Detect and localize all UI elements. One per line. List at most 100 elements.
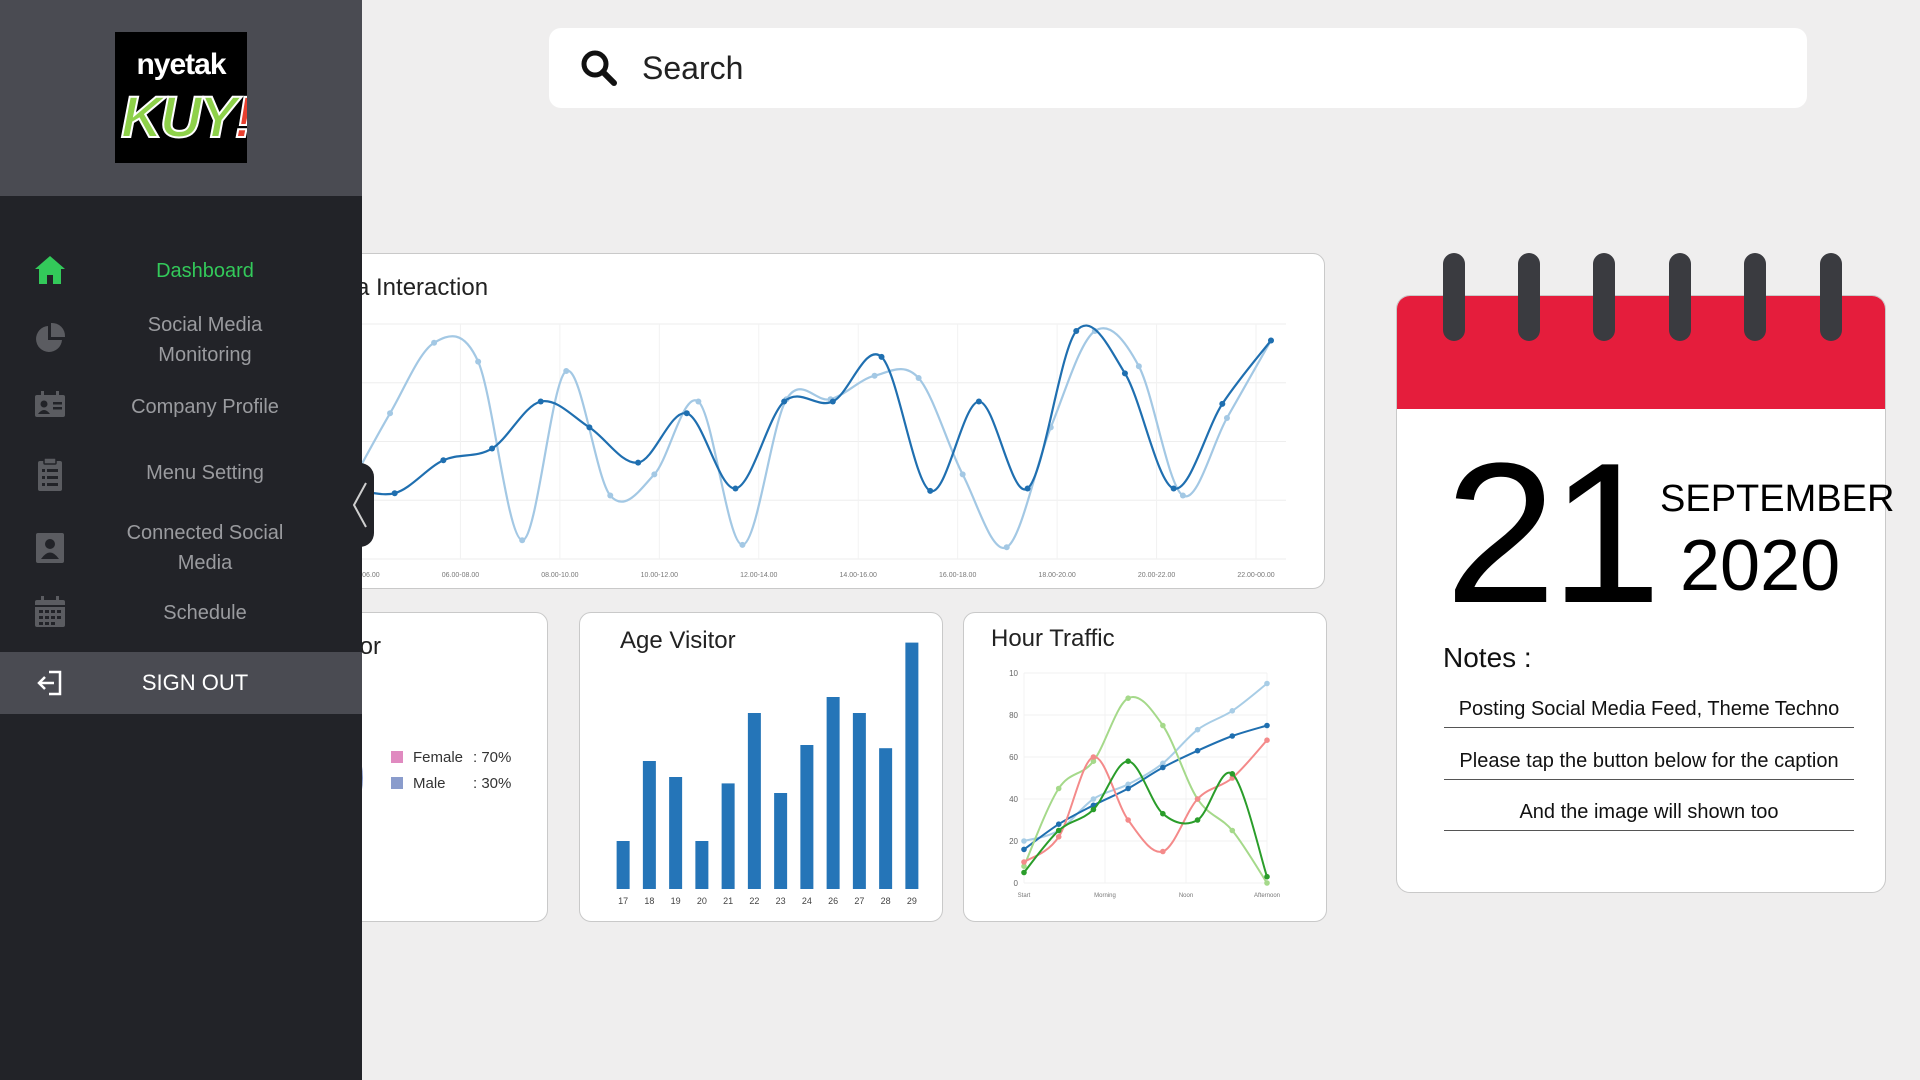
data-point	[1223, 415, 1230, 421]
data-point	[1055, 834, 1062, 840]
data-point	[1090, 754, 1097, 760]
data-point	[878, 353, 885, 360]
data-point	[1268, 337, 1274, 344]
bar	[800, 745, 814, 889]
legend-female-swatch	[391, 751, 403, 763]
note-item[interactable]: Posting Social Media Feed, Theme Techno	[1444, 692, 1854, 728]
sidebar-item-label: Company Profile	[131, 396, 279, 418]
search-bar[interactable]: Search	[549, 28, 1807, 108]
series-line-0	[1023, 682, 1268, 842]
data-point	[1194, 747, 1201, 754]
sidebar-item-label: Connected Social Media	[126, 522, 284, 574]
data-point	[915, 375, 922, 382]
gender-card: tor Female : 70% Male : 30%	[330, 612, 548, 922]
data-point	[391, 490, 398, 497]
pie-chart-icon	[36, 322, 66, 352]
legend-male-value: : 30%	[473, 775, 512, 792]
data-point	[489, 445, 496, 452]
x-tick-label: 14.00-16.00	[840, 572, 877, 579]
data-point	[1264, 737, 1270, 743]
interaction-chart: 04.00-06.0006.00-08.0008.00-10.0010.00-1…	[331, 323, 1286, 579]
x-tick-label: 23	[776, 896, 786, 906]
sidebar-item-dashboard[interactable]: Dashboard	[0, 246, 362, 296]
clipboard-icon	[38, 457, 62, 491]
search-input[interactable]: Search	[642, 48, 743, 88]
data-point	[695, 398, 702, 405]
bar	[905, 642, 919, 889]
legend-female: Female : 70%	[391, 749, 531, 766]
x-tick-label: 20.00-22.00	[1138, 572, 1175, 579]
age-visitor-chart: 17 18 19 20 21 22 23 24 26 27 28 29	[616, 642, 919, 906]
sign-out-label: SIGN OUT	[141, 670, 249, 695]
x-tick-label: 21	[723, 896, 733, 906]
sidebar-item-schedule[interactable]: Schedule	[0, 596, 362, 630]
bar	[826, 697, 840, 889]
id-card-icon	[35, 391, 65, 417]
x-tick-label: 27	[854, 896, 864, 906]
bar	[879, 748, 893, 889]
sidebar-item-company-profile[interactable]: Company Profile	[0, 390, 362, 424]
data-point	[1135, 363, 1142, 370]
data-point	[1021, 838, 1027, 844]
sidebar-item-connected-social-media[interactable]: Connected Social Media	[0, 516, 362, 580]
data-point	[1024, 485, 1031, 492]
data-point	[1160, 848, 1166, 855]
chevron-left-icon	[352, 482, 367, 528]
calendar-ring	[1744, 253, 1766, 341]
data-point	[975, 398, 982, 405]
data-point	[607, 492, 614, 499]
sidebar-item-social-media-monitoring[interactable]: Social Media Monitoring	[0, 308, 362, 372]
data-point	[829, 398, 836, 405]
x-tick-label: 16.00-18.00	[939, 572, 976, 579]
data-point	[1179, 492, 1186, 499]
y-tick-label: 20	[1009, 837, 1018, 846]
data-point	[959, 471, 966, 478]
data-point	[1219, 400, 1226, 407]
sidebar-collapse-toggle[interactable]	[350, 463, 374, 547]
data-point	[927, 487, 934, 494]
series-line-0	[345, 327, 1272, 550]
x-tick-label: Afternoon	[1254, 893, 1280, 899]
logo-line1: nyetak	[136, 48, 226, 81]
legend-male: Male : 30%	[391, 775, 531, 792]
bar	[669, 777, 683, 889]
search-icon[interactable]	[579, 48, 619, 88]
sidebar: nyetak KUY! Dashboard Social Media Monit…	[0, 0, 362, 1080]
x-tick-label: 22	[749, 896, 759, 906]
bar	[695, 841, 709, 889]
data-point	[635, 459, 642, 466]
data-point	[586, 424, 593, 431]
series-line-3	[1023, 739, 1268, 863]
sidebar-item-label: Menu Setting	[146, 462, 264, 484]
bar	[642, 761, 656, 889]
data-point	[1229, 708, 1236, 714]
interaction-card: a Interaction 04.00-06.0006.00-08.0008.0…	[330, 253, 1325, 589]
x-tick-label: 06.00-08.00	[442, 572, 479, 579]
x-tick-label: 29	[907, 896, 917, 906]
data-point	[431, 339, 438, 346]
brand-logo[interactable]: nyetak KUY!	[115, 32, 247, 163]
note-item[interactable]: Please tap the button below for the capt…	[1444, 744, 1854, 780]
x-tick-label: 18	[644, 896, 654, 906]
x-tick-label: 26	[828, 896, 838, 906]
data-point	[1125, 785, 1131, 792]
data-point	[1003, 544, 1010, 551]
data-point	[1264, 680, 1270, 687]
notes-title: Notes :	[1443, 642, 1532, 673]
x-tick-label: 10.00-12.00	[641, 572, 678, 579]
data-point	[1125, 695, 1131, 701]
data-point	[1160, 722, 1166, 729]
data-point	[1125, 758, 1131, 764]
calendar-ring	[1669, 253, 1691, 341]
note-item[interactable]: And the image will shown too	[1444, 795, 1854, 831]
sidebar-item-menu-setting[interactable]: Menu Setting	[0, 456, 362, 492]
data-point	[1021, 869, 1027, 876]
data-point	[475, 358, 482, 365]
x-tick-label: 24	[802, 896, 812, 906]
data-point	[1055, 821, 1062, 827]
home-icon	[35, 256, 65, 284]
data-point	[1021, 846, 1027, 853]
user-card-icon	[36, 533, 64, 563]
x-tick-label: 19	[671, 896, 681, 906]
sign-out-button[interactable]: SIGN OUT	[0, 652, 362, 714]
